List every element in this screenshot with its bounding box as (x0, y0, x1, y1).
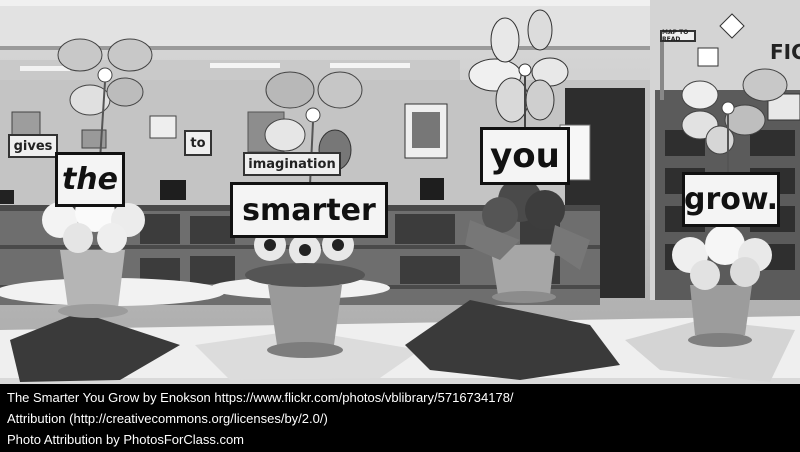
attribution-license-line: Attribution (http://creativecommons.org/… (7, 411, 328, 426)
attribution-site-line: Photo Attribution by PhotosForClass.com (7, 432, 245, 447)
flower-pot (60, 250, 125, 308)
flower-pot (690, 285, 752, 335)
sign-grow: grow. (682, 172, 780, 227)
wall-sign-to: to (184, 130, 212, 156)
ceiling-light (330, 63, 410, 68)
library-photo: gives to imagination MAP TO READ FICTI t… (0, 0, 800, 384)
flower-pot (268, 285, 342, 345)
ceiling-light (20, 66, 70, 71)
sign-smarter: smarter (230, 182, 388, 238)
wall-sign-imagination: imagination (243, 152, 341, 176)
attribution-footer: The Smarter You Grow by Enokson https://… (0, 384, 800, 452)
ceiling-light (210, 63, 280, 68)
slide: gives to imagination MAP TO READ FICTI t… (0, 0, 800, 452)
computer-monitor (160, 180, 186, 200)
computer-monitor (420, 178, 444, 200)
wall-sign-gives: gives (8, 134, 58, 158)
attribution-title-line: The Smarter You Grow by Enokson https://… (7, 390, 514, 405)
wall-sign-fic: FICTI (770, 40, 800, 64)
bandana (405, 300, 620, 380)
sign-you: you (480, 127, 570, 185)
sign-the: the (55, 152, 125, 207)
wall-sign-map-to-read: MAP TO READ (660, 29, 696, 43)
